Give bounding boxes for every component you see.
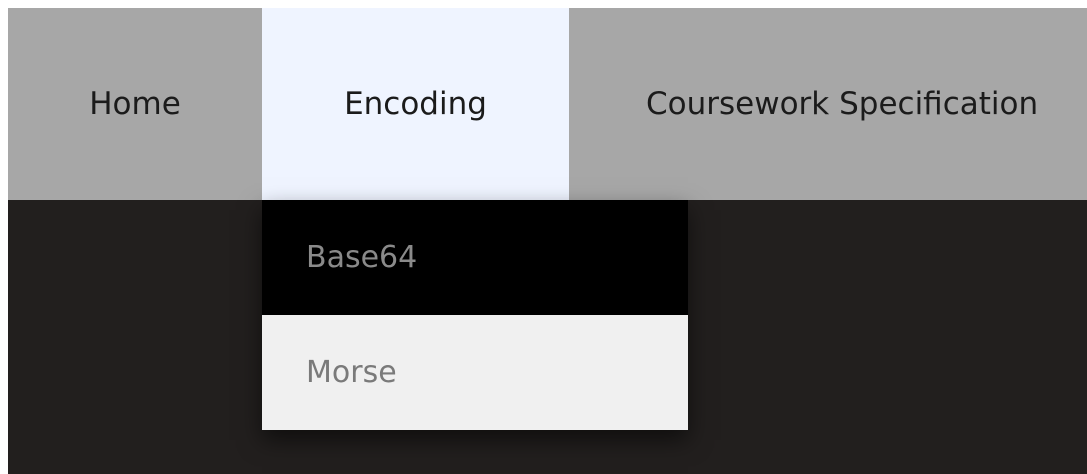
nav-item-home[interactable]: Home [44, 8, 226, 200]
nav-item-coursework-specification-label: Coursework Specification [646, 86, 1039, 122]
nav-item-home-label: Home [89, 86, 181, 122]
dropdown-item-base64-label: Base64 [306, 240, 418, 275]
encoding-dropdown-menu: Base64 Morse [262, 200, 688, 430]
dropdown-item-morse[interactable]: Morse [262, 315, 688, 430]
navbar: Home Encoding Coursework Specification [8, 8, 1087, 200]
page-frame: Home Encoding Coursework Specification B… [8, 8, 1087, 474]
nav-item-encoding[interactable]: Encoding [262, 8, 569, 200]
nav-item-encoding-label: Encoding [344, 86, 487, 122]
dropdown-item-base64[interactable]: Base64 [262, 200, 688, 315]
nav-item-coursework-specification[interactable]: Coursework Specification [622, 8, 1082, 200]
dropdown-item-morse-label: Morse [306, 355, 397, 390]
